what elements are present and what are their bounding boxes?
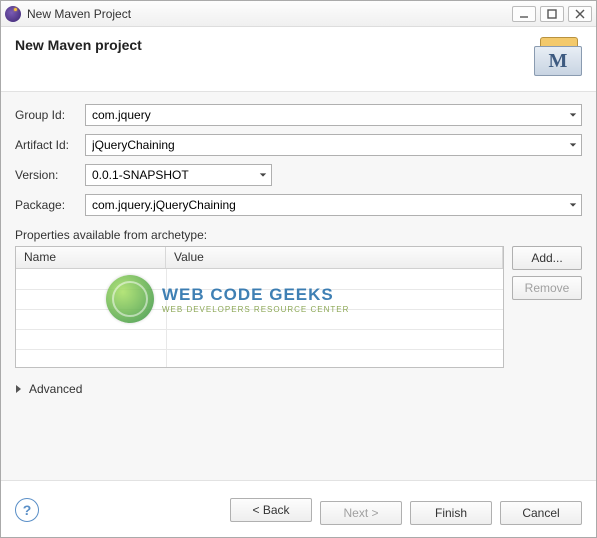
title-bar: New Maven Project <box>1 1 596 27</box>
back-button[interactable]: < Back <box>230 498 312 522</box>
form-area: Group Id: Artifact Id: Version: Package: <box>1 91 596 481</box>
artifact-id-row: Artifact Id: <box>15 134 582 156</box>
cancel-button[interactable]: Cancel <box>500 501 582 525</box>
next-button: Next > <box>320 501 402 525</box>
minimize-button[interactable] <box>512 6 536 22</box>
group-id-label: Group Id: <box>15 108 85 122</box>
version-combo[interactable] <box>85 164 272 186</box>
globe-icon <box>106 275 154 323</box>
page-title: New Maven project <box>15 37 526 53</box>
version-input[interactable] <box>86 168 253 182</box>
group-id-input[interactable] <box>86 108 563 122</box>
window-title: New Maven Project <box>27 7 512 21</box>
help-button[interactable]: ? <box>15 498 39 522</box>
properties-row: Name Value WEB CODE GEEKS WEB DEVELOPERS… <box>15 246 582 368</box>
package-input[interactable] <box>86 198 563 212</box>
maven-icon: M <box>534 37 582 77</box>
maximize-button[interactable] <box>540 6 564 22</box>
version-label: Version: <box>15 168 85 182</box>
table-body[interactable]: WEB CODE GEEKS WEB DEVELOPERS RESOURCE C… <box>16 269 503 367</box>
dialog-footer: ? < Back Next > Finish Cancel <box>1 481 596 537</box>
package-row: Package: <box>15 194 582 216</box>
remove-button: Remove <box>512 276 582 300</box>
add-button[interactable]: Add... <box>512 246 582 270</box>
window-controls <box>512 6 592 22</box>
advanced-label: Advanced <box>29 382 82 396</box>
properties-buttons: Add... Remove <box>512 246 582 300</box>
dialog-header: New Maven project M <box>1 27 596 91</box>
group-id-combo[interactable] <box>85 104 582 126</box>
watermark: WEB CODE GEEKS WEB DEVELOPERS RESOURCE C… <box>106 275 349 323</box>
artifact-id-label: Artifact Id: <box>15 138 85 152</box>
advanced-toggle[interactable]: Advanced <box>15 382 82 396</box>
chevron-down-icon[interactable] <box>253 165 271 185</box>
col-name[interactable]: Name <box>16 247 166 268</box>
package-combo[interactable] <box>85 194 582 216</box>
group-id-row: Group Id: <box>15 104 582 126</box>
artifact-id-combo[interactable] <box>85 134 582 156</box>
properties-table[interactable]: Name Value WEB CODE GEEKS WEB DEVELOPERS… <box>15 246 504 368</box>
chevron-down-icon[interactable] <box>563 195 581 215</box>
properties-label: Properties available from archetype: <box>15 228 582 242</box>
close-button[interactable] <box>568 6 592 22</box>
dialog-window: New Maven Project New Maven project M Gr… <box>0 0 597 538</box>
finish-button[interactable]: Finish <box>410 501 492 525</box>
chevron-down-icon[interactable] <box>563 105 581 125</box>
chevron-down-icon[interactable] <box>563 135 581 155</box>
chevron-right-icon <box>15 384 23 394</box>
version-row: Version: <box>15 164 582 186</box>
col-value[interactable]: Value <box>166 247 503 268</box>
eclipse-icon <box>5 6 21 22</box>
artifact-id-input[interactable] <box>86 138 563 152</box>
package-label: Package: <box>15 198 85 212</box>
table-header: Name Value <box>16 247 503 269</box>
